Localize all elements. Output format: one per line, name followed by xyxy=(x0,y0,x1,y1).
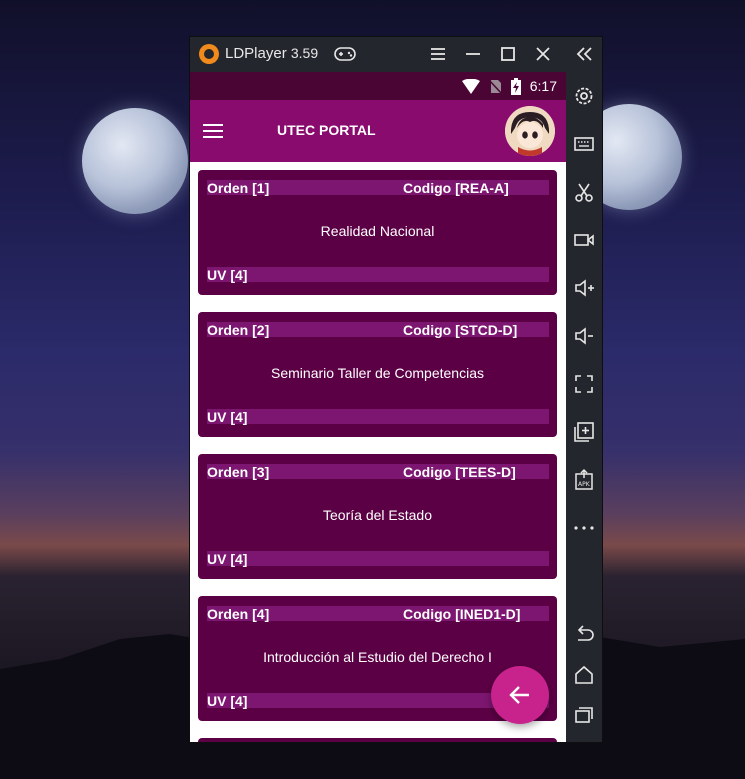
app-title: UTEC PORTAL xyxy=(277,122,376,138)
course-name: Seminario Taller de Competencias xyxy=(271,365,484,381)
video-icon[interactable] xyxy=(572,228,596,252)
more-icon[interactable] xyxy=(572,516,596,540)
course-order: Orden [2] xyxy=(207,322,270,338)
recents-icon[interactable] xyxy=(572,702,596,726)
wifi-icon xyxy=(462,79,480,94)
card-footer-band xyxy=(207,267,549,282)
course-uv: UV [4] xyxy=(207,693,248,709)
status-time: 6:17 xyxy=(529,78,557,94)
course-code: Codigo [INED1-D] xyxy=(403,606,521,622)
course-card[interactable]: Orden [3] Codigo [TEES-D] Teoría del Est… xyxy=(198,454,557,579)
hamburger-menu-icon[interactable] xyxy=(203,124,223,138)
minimize-icon[interactable] xyxy=(462,43,484,65)
volume-down-icon[interactable] xyxy=(572,324,596,348)
course-code: Codigo [REA-A] xyxy=(403,180,509,196)
profile-avatar[interactable] xyxy=(505,106,555,156)
volume-up-icon[interactable] xyxy=(572,276,596,300)
ldplayer-logo-icon xyxy=(199,44,219,64)
course-order: Orden [3] xyxy=(207,464,270,480)
settings-icon[interactable] xyxy=(572,84,596,108)
course-name: Realidad Nacional xyxy=(320,223,435,239)
apk-install-icon[interactable]: APK xyxy=(572,468,596,492)
back-icon[interactable] xyxy=(572,622,596,646)
no-sim-icon xyxy=(488,79,502,94)
fullscreen-icon[interactable] xyxy=(572,372,596,396)
gamepad-icon[interactable] xyxy=(333,45,357,63)
course-uv: UV [4] xyxy=(207,409,248,425)
course-card[interactable]: Orden [1] Codigo [REA-A] Realidad Nacion… xyxy=(198,170,557,295)
course-name: Teoría del Estado xyxy=(323,507,432,523)
window-title: LDPlayer 3.59 xyxy=(225,45,318,62)
android-screen: 6:17 UTEC PORTAL Orden [1] Codigo [REA-A… xyxy=(190,72,566,742)
home-icon[interactable] xyxy=(572,663,596,687)
course-name: Introducción al Estudio del Derecho I xyxy=(263,649,492,665)
emulator-window: LDPlayer 3.59 APK 6:17 UTEC PORTAL Orden… xyxy=(190,37,602,742)
card-footer-band xyxy=(207,551,549,566)
title-bar[interactable]: LDPlayer 3.59 xyxy=(190,37,566,72)
close-icon[interactable] xyxy=(532,43,554,65)
app-version: 3.59 xyxy=(290,45,319,61)
arrow-left-icon xyxy=(509,686,529,704)
course-code: Codigo [STCD-D] xyxy=(403,322,518,338)
course-code: Codigo [TEES-D] xyxy=(403,464,516,480)
course-order: Orden [4] xyxy=(207,606,270,622)
app-bar: UTEC PORTAL xyxy=(190,100,566,162)
status-bar: 6:17 xyxy=(190,72,566,100)
course-card-partial[interactable] xyxy=(198,738,557,742)
menu-icon[interactable] xyxy=(427,43,449,65)
card-footer-band xyxy=(207,409,549,424)
emulator-sidebar: APK xyxy=(566,37,602,742)
app-name: LDPlayer xyxy=(225,45,287,62)
battery-charging-icon xyxy=(511,78,521,95)
course-card[interactable]: Orden [2] Codigo [STCD-D] Seminario Tall… xyxy=(198,312,557,437)
add-window-icon[interactable] xyxy=(572,420,596,444)
scissors-icon[interactable] xyxy=(572,181,596,205)
moon-left xyxy=(82,108,188,214)
svg-text:APK: APK xyxy=(578,481,591,488)
keyboard-icon[interactable] xyxy=(572,132,596,156)
maximize-icon[interactable] xyxy=(497,43,519,65)
course-uv: UV [4] xyxy=(207,551,248,567)
course-order: Orden [1] xyxy=(207,180,270,196)
collapse-icon[interactable] xyxy=(572,42,596,66)
back-fab-button[interactable] xyxy=(491,666,549,724)
course-uv: UV [4] xyxy=(207,267,248,283)
